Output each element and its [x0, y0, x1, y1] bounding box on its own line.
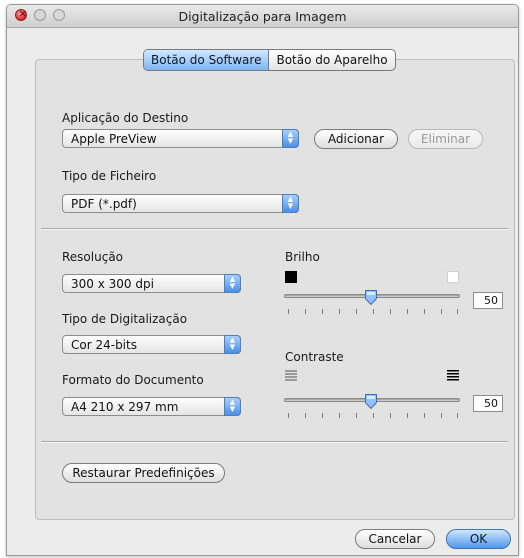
document-size-value: A4 210 x 297 mm [71, 400, 179, 414]
restore-defaults-button[interactable]: Restaurar Predefinições [62, 463, 225, 483]
scan-type-value: Cor 24-bits [71, 338, 137, 352]
low-contrast-icon [285, 370, 297, 381]
contrast-label: Contraste [285, 350, 344, 364]
contrast-slider-thumb[interactable] [364, 393, 378, 410]
scan-type-select[interactable]: Cor 24-bits ▲ ▼ [62, 335, 241, 354]
brightness-slider-thumb[interactable] [364, 289, 378, 306]
separator-top [41, 228, 508, 230]
chevron-updown-icon: ▲ ▼ [224, 397, 241, 416]
light-square-icon [447, 271, 459, 283]
scan-type-label: Tipo de Digitalização [62, 312, 188, 326]
add-application-button[interactable]: Adicionar [314, 129, 398, 149]
remove-application-button[interactable]: Eliminar [408, 129, 483, 149]
file-type-value: PDF (*.pdf) [71, 197, 137, 211]
ok-button[interactable]: OK [446, 529, 511, 549]
dark-square-icon [285, 271, 297, 283]
resolution-value: 300 x 300 dpi [71, 277, 154, 291]
title-bar[interactable]: Digitalização para Imagem [7, 5, 518, 28]
file-type-select[interactable]: PDF (*.pdf) ▲ ▼ [62, 194, 299, 213]
separator-bottom [41, 441, 508, 443]
high-contrast-icon [447, 370, 459, 381]
brightness-label: Brilho [285, 250, 320, 264]
brightness-value-field[interactable]: 50 [473, 292, 503, 309]
chevron-updown-icon: ▲ ▼ [282, 129, 299, 148]
document-size-select[interactable]: A4 210 x 297 mm ▲ ▼ [62, 397, 241, 416]
contrast-ticks [288, 413, 458, 419]
destination-value: Apple PreView [71, 132, 157, 146]
cancel-button[interactable]: Cancelar [355, 529, 435, 549]
resolution-label: Resolução [62, 250, 124, 264]
destination-label: Aplicação do Destino [62, 111, 189, 125]
chevron-updown-icon: ▲ ▼ [224, 335, 241, 354]
window-title: Digitalização para Imagem [178, 9, 347, 24]
file-type-label: Tipo de Ficheiro [62, 169, 157, 183]
contrast-value-field[interactable]: 50 [473, 395, 503, 412]
chevron-updown-icon: ▲ ▼ [224, 274, 241, 293]
tab-software-button[interactable]: Botão do Software [144, 50, 270, 70]
tab-device-button[interactable]: Botão do Aparelho [269, 50, 394, 70]
chevron-updown-icon: ▲ ▼ [282, 194, 299, 213]
resolution-select[interactable]: 300 x 300 dpi ▲ ▼ [62, 274, 241, 293]
tab-bar: Botão do Software Botão do Aparelho [143, 49, 396, 71]
document-size-label: Formato do Documento [62, 373, 204, 387]
dialog-window: Digitalização para Imagem Botão do Softw… [6, 4, 519, 556]
destination-select[interactable]: Apple PreView ▲ ▼ [62, 129, 299, 148]
brightness-ticks [288, 309, 458, 315]
